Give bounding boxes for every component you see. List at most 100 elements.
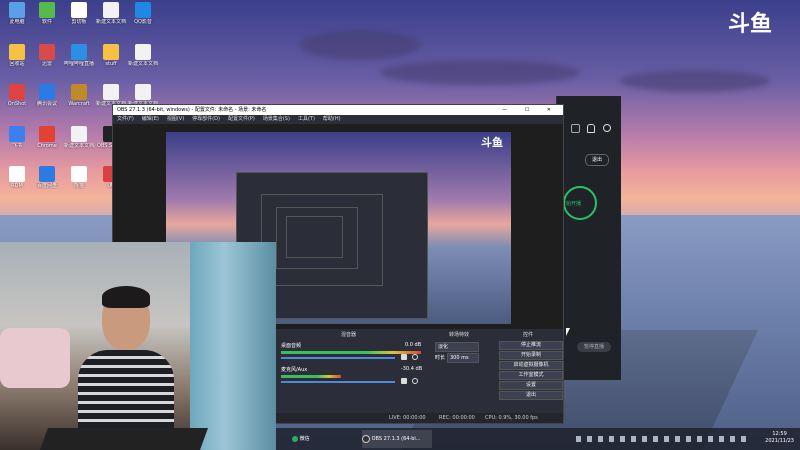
desktop-icon[interactable]: 熊猫	[64, 166, 94, 189]
desktop-icon-label: 飞书	[11, 143, 22, 149]
desktop-icon[interactable]: Warcraft	[64, 84, 94, 107]
cloud	[380, 60, 580, 85]
taskbar-item-wechat[interactable]: 微信	[292, 430, 310, 448]
speaker-icon[interactable]	[401, 354, 407, 360]
brand-logo: 斗鱼	[727, 11, 772, 37]
taskbar-item-label: 微信	[299, 436, 310, 442]
nested-obs-window	[286, 216, 343, 258]
keyboard	[39, 428, 209, 450]
document-icon	[135, 44, 151, 60]
speaker-icon[interactable]	[401, 378, 407, 384]
wechat-icon	[292, 435, 298, 442]
cloud	[620, 70, 770, 92]
rec-timer: REC: 00:00:00	[439, 415, 475, 421]
desktop-icon[interactable]: RDM	[2, 166, 32, 189]
desktop-icon[interactable]: stuff	[96, 44, 126, 67]
desktop-icon-label: 软件	[41, 19, 52, 25]
desktop-icon[interactable]: OnShot	[2, 84, 32, 107]
gear-icon[interactable]	[412, 378, 418, 384]
menu-item[interactable]: 视图(V)	[167, 116, 184, 122]
desktop-icon[interactable]: 此电脑	[2, 2, 32, 25]
desktop-icon-label: Chrome	[37, 143, 57, 149]
menu-item[interactable]: 帮助(H)	[323, 116, 341, 122]
control-button[interactable]: 退出	[499, 391, 563, 400]
gear-icon[interactable]	[412, 354, 418, 360]
app-icon	[9, 166, 25, 182]
document-icon	[135, 84, 151, 100]
obs-titlebar[interactable]: OBS 27.1.3 (64-bit, windows) - 配置文件: 未命名…	[113, 105, 563, 115]
chrome-icon	[39, 126, 55, 142]
player-icon	[135, 2, 151, 18]
transition-select[interactable]: 淡化	[435, 342, 479, 352]
clock[interactable]: 12:59 2021/11/23	[765, 431, 794, 445]
desktop-icon-label: 剪切板	[71, 19, 87, 25]
streamer-hair	[102, 286, 150, 308]
desktop-icon[interactable]: 回收站	[2, 44, 32, 67]
obs-icon	[362, 434, 370, 443]
menu-item[interactable]: 编辑(E)	[142, 116, 159, 122]
desktop-icon[interactable]: 新建文本文档	[64, 126, 94, 149]
clock-date: 2021/11/23	[765, 438, 794, 444]
app-icon	[39, 166, 55, 182]
preview-logo: 斗鱼	[481, 136, 503, 149]
obs-menubar: 文件(F) 编辑(E) 视图(V) 停靠部件(D) 配置文件(P) 场景集合(S) 工具(T…	[113, 115, 563, 124]
desktop-icon-label: 新建文本文档	[96, 19, 126, 25]
menu-item[interactable]: 文件(F)	[117, 116, 134, 122]
menu-item[interactable]: 配置文件(P)	[228, 116, 255, 122]
desktop-icon-label: 回收站	[9, 61, 25, 67]
desktop-icon-label: OnShot	[7, 101, 27, 107]
desktop-icon-label: QQ影音	[134, 19, 152, 25]
desktop-audio-label: 桌面音频	[281, 343, 302, 349]
settings-icon[interactable]	[571, 124, 580, 133]
control-button[interactable]: 工作室模式	[499, 371, 563, 380]
duration-input[interactable]: 300 ms	[447, 353, 479, 363]
taskbar-item-obs[interactable]: OBS 27.1.3 (64-bi...	[362, 430, 432, 448]
document-icon	[103, 2, 119, 18]
control-button[interactable]: 开始录制	[499, 351, 563, 360]
control-button[interactable]: 停止推流	[499, 341, 563, 350]
document-icon	[71, 126, 87, 142]
exit-button[interactable]: 退出	[585, 154, 609, 166]
app-icon	[9, 126, 25, 142]
desktop-icon[interactable]: 飞书	[2, 126, 32, 149]
duration-label: 时长	[435, 355, 446, 361]
cpu-usage: CPU: 0.9%, 30.00 fps	[485, 415, 538, 421]
desktop-icon-label: Warcraft	[68, 101, 90, 107]
streamer	[78, 286, 174, 450]
bell-icon[interactable]	[587, 124, 595, 133]
window-controls[interactable]: — ☐ ✕	[502, 105, 559, 115]
menu-item[interactable]: 场景集合(S)	[263, 116, 290, 122]
control-button[interactable]: 启动虚拟摄像机	[499, 361, 563, 370]
app-icon	[39, 2, 55, 18]
mic-audio-slider[interactable]	[281, 381, 395, 383]
desktop-audio-meter	[281, 351, 421, 354]
app-icon	[71, 44, 87, 60]
desktop-icon[interactable]: 新建文本文档	[96, 2, 126, 25]
desktop-audio-slider[interactable]	[281, 357, 395, 359]
pause-stream-button[interactable]: 暂停直播	[577, 342, 611, 352]
mic-audio-label: 麦克风/Aux	[281, 367, 308, 373]
desktop-icon[interactable]: 腾讯会议	[32, 84, 62, 107]
desktop-icon[interactable]: 哔哩哔哩直播姬	[64, 44, 94, 67]
desktop-icon[interactable]: 新建文本文档	[128, 44, 158, 67]
app-icon	[9, 84, 25, 100]
desktop-icon[interactable]: 软件	[32, 2, 62, 25]
menu-item[interactable]: 工具(T)	[298, 116, 315, 122]
desktop-icon[interactable]: 剪切板	[64, 2, 94, 25]
desktop-icon[interactable]: QQ影音	[128, 2, 158, 25]
menu-item[interactable]: 停靠部件(D)	[192, 116, 220, 122]
folder-icon	[103, 44, 119, 60]
control-button[interactable]: 设置	[499, 381, 563, 390]
desktop-icon[interactable]: 迅雷	[32, 44, 62, 67]
desktop-icon-label: 新建文本文档	[128, 61, 158, 67]
transition-title: 转场特效	[449, 332, 470, 338]
desktop-audio-level: 0.0 dB	[405, 342, 422, 348]
tray-icons[interactable]	[576, 436, 746, 442]
desktop-icon[interactable]: Chrome	[32, 126, 62, 149]
desktop-icon[interactable]: 百度网盘	[32, 166, 62, 189]
computer-icon	[9, 2, 25, 18]
share-icon[interactable]	[603, 124, 611, 132]
desktop-icon-label: 腾讯会议	[36, 101, 57, 107]
stream-assistant-panel: 退出 开始开播 暂停直播	[556, 96, 621, 380]
app-icon	[39, 84, 55, 100]
